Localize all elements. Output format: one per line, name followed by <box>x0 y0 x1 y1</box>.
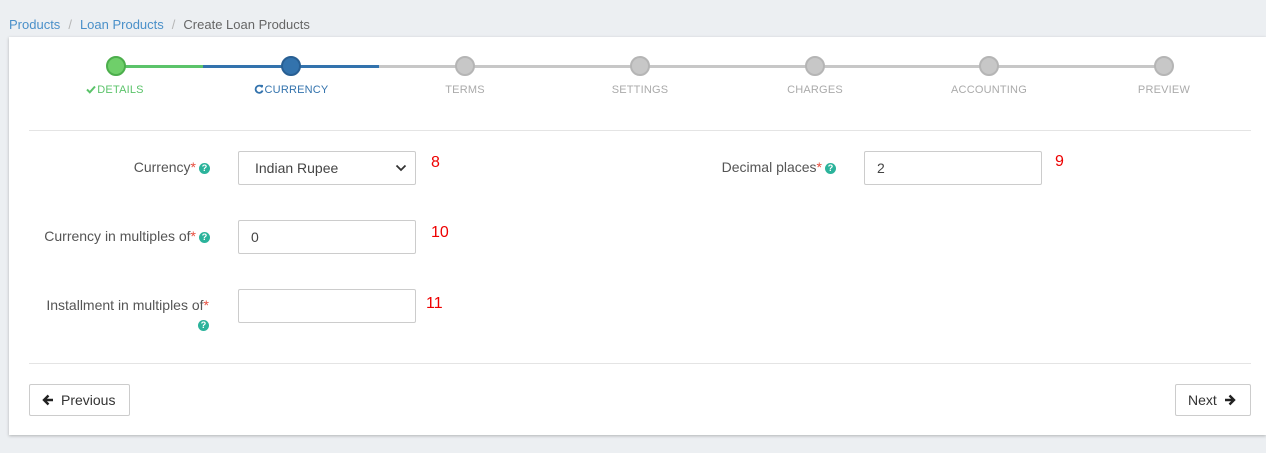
required-marker: * <box>190 159 196 175</box>
step-details-label: DETAILS <box>97 84 144 96</box>
breadcrumb-separator: / <box>68 17 72 32</box>
currency-select-value: Indian Rupee <box>255 160 339 176</box>
help-icon[interactable]: ? <box>199 232 210 243</box>
currency-select[interactable]: Indian Rupee <box>238 151 416 185</box>
required-marker: * <box>203 297 209 313</box>
check-icon <box>86 85 97 97</box>
step-preview-dot[interactable] <box>1154 56 1174 76</box>
next-button-label: Next <box>1188 392 1217 408</box>
required-marker: * <box>816 159 822 175</box>
installment-multiples-label: Installment in multiples of* ? <box>9 296 209 334</box>
refresh-icon <box>254 84 264 97</box>
previous-button[interactable]: Previous <box>29 384 130 416</box>
help-icon[interactable]: ? <box>199 163 210 174</box>
step-charges-dot[interactable] <box>805 56 825 76</box>
stepper-line-complete <box>115 65 203 68</box>
help-icon[interactable]: ? <box>825 163 836 174</box>
breadcrumb-separator: / <box>171 17 176 32</box>
previous-button-label: Previous <box>61 392 116 408</box>
wizard-stepper: DETAILS CURRENCY TERMS SETTINGS CHARGES … <box>9 37 1266 117</box>
step-details-dot[interactable] <box>106 56 126 76</box>
decimal-places-label: Decimal places*? <box>609 158 836 177</box>
installment-multiples-input[interactable] <box>238 289 416 323</box>
breadcrumb-products-link[interactable]: Products <box>9 17 60 33</box>
annotation-10: 10 <box>431 224 449 241</box>
currency-label: Currency*? <box>9 158 210 177</box>
divider <box>29 130 1251 131</box>
decimal-places-label-text: Decimal places <box>721 159 817 175</box>
step-accounting[interactable]: ACCOUNTING <box>919 84 1059 96</box>
required-marker: * <box>190 228 196 244</box>
help-icon[interactable]: ? <box>198 320 209 331</box>
annotation-8: 8 <box>431 154 440 171</box>
step-details[interactable]: DETAILS <box>45 84 185 97</box>
decimal-places-input[interactable] <box>864 151 1042 185</box>
step-terms[interactable]: TERMS <box>395 84 535 96</box>
stepper-line-active <box>203 65 291 68</box>
chevron-down-icon <box>395 164 407 172</box>
step-currency-dot[interactable] <box>281 56 301 76</box>
step-settings-dot[interactable] <box>630 56 650 76</box>
step-accounting-dot[interactable] <box>979 56 999 76</box>
step-currency[interactable]: CURRENCY <box>221 84 361 97</box>
breadcrumb-loan-products-link[interactable]: Loan Products <box>80 17 164 33</box>
step-terms-dot[interactable] <box>455 56 475 76</box>
installment-multiples-label-text: Installment in multiples of <box>46 297 204 313</box>
stepper-line-active <box>291 65 379 68</box>
breadcrumb: Products / Loan Products / Create Loan P… <box>9 17 310 33</box>
currency-multiples-label-text: Currency in multiples of <box>44 228 191 244</box>
currency-label-text: Currency <box>133 159 191 175</box>
annotation-9: 9 <box>1055 153 1064 170</box>
currency-multiples-input[interactable] <box>238 220 416 254</box>
stepper-line-pending <box>379 65 1163 68</box>
step-charges[interactable]: CHARGES <box>745 84 885 96</box>
arrow-left-icon <box>42 394 54 406</box>
currency-multiples-label: Currency in multiples of*? <box>9 227 210 246</box>
form-card: DETAILS CURRENCY TERMS SETTINGS CHARGES … <box>9 37 1266 435</box>
step-preview[interactable]: PREVIEW <box>1094 84 1234 96</box>
arrow-right-icon <box>1224 394 1236 406</box>
annotation-11: 11 <box>426 295 443 312</box>
breadcrumb-current: Create Loan Products <box>183 17 310 32</box>
step-currency-label: CURRENCY <box>264 84 329 96</box>
step-settings[interactable]: SETTINGS <box>570 84 710 96</box>
divider <box>29 363 1251 364</box>
next-button[interactable]: Next <box>1175 384 1251 416</box>
